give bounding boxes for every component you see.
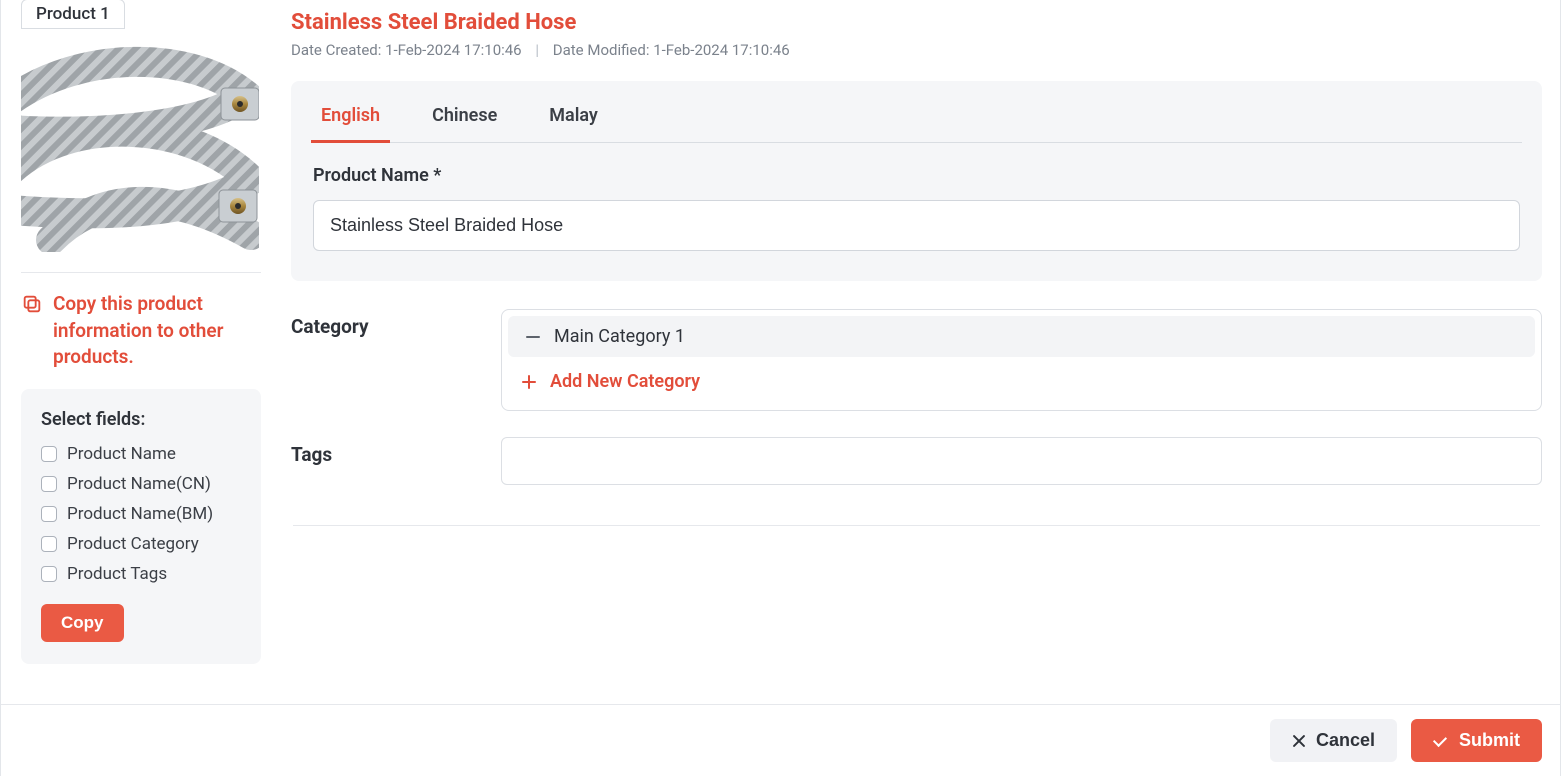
main-area: Stainless Steel Braided Hose Date Create…: [291, 0, 1542, 664]
select-fields-title: Select fields:: [41, 409, 241, 430]
collapse-icon[interactable]: [526, 336, 540, 338]
sidebar-product-tab[interactable]: Product 1: [21, 0, 125, 29]
checkbox-icon[interactable]: [41, 506, 57, 522]
tab-malay[interactable]: Malay: [539, 99, 608, 143]
product-image: [21, 40, 259, 252]
field-row-product-name-cn[interactable]: Product Name(CN): [41, 474, 241, 494]
category-box: Main Category 1 Add New Category: [501, 309, 1542, 411]
checkbox-icon[interactable]: [41, 476, 57, 492]
select-fields-panel: Select fields: Product Name Product Name…: [21, 389, 261, 664]
plus-icon: [522, 375, 536, 389]
field-label: Product Name: [67, 444, 176, 464]
copy-info-text: Copy this product information to other p…: [53, 291, 261, 371]
checkbox-icon[interactable]: [41, 536, 57, 552]
date-modified-label: Date Modified:: [553, 41, 650, 59]
product-name-label: Product Name *: [313, 165, 1520, 186]
product-title: Stainless Steel Braided Hose: [291, 10, 1542, 35]
language-tabs: English Chinese Malay: [311, 81, 1522, 143]
submit-button[interactable]: Submit: [1411, 719, 1542, 762]
sidebar-divider: [21, 272, 261, 273]
field-row-product-name[interactable]: Product Name: [41, 444, 241, 464]
category-label: Category: [291, 309, 481, 411]
field-row-product-tags[interactable]: Product Tags: [41, 564, 241, 584]
field-label: Product Category: [67, 534, 199, 554]
field-label: Product Name(CN): [67, 474, 211, 494]
check-icon: [1433, 733, 1449, 749]
copy-info-heading: Copy this product information to other p…: [21, 291, 261, 371]
close-icon: [1292, 734, 1306, 748]
sidebar: Product 1: [21, 0, 261, 664]
cancel-label: Cancel: [1316, 730, 1375, 751]
tags-section: Tags: [291, 437, 1542, 485]
submit-label: Submit: [1459, 730, 1520, 751]
tags-input[interactable]: [501, 437, 1542, 485]
category-section: Category Main Category 1 Add New Categor…: [291, 309, 1542, 411]
product-name-group: Product Name *: [311, 165, 1522, 251]
checkbox-icon[interactable]: [41, 446, 57, 462]
field-label: Product Tags: [67, 564, 167, 584]
date-created-label: Date Created:: [291, 41, 381, 59]
copy-icon: [21, 291, 43, 323]
meta-separator: |: [525, 41, 549, 59]
copy-button[interactable]: Copy: [41, 604, 124, 642]
category-row[interactable]: Main Category 1: [508, 316, 1535, 357]
date-modified-value: 1-Feb-2024 17:10:46: [653, 41, 790, 59]
language-panel: English Chinese Malay Product Name *: [291, 81, 1542, 281]
field-label: Product Name(BM): [67, 504, 213, 524]
cancel-button[interactable]: Cancel: [1270, 719, 1397, 762]
category-item-label: Main Category 1: [554, 326, 685, 347]
add-category-button[interactable]: Add New Category: [502, 365, 1541, 396]
date-created-value: 1-Feb-2024 17:10:46: [385, 41, 522, 59]
footer-bar: Cancel Submit: [1, 704, 1560, 776]
tab-english[interactable]: English: [311, 99, 390, 143]
product-name-input[interactable]: [313, 200, 1520, 251]
main-bottom-divider: [293, 525, 1540, 526]
meta-row: Date Created: 1-Feb-2024 17:10:46 | Date…: [291, 41, 1542, 59]
add-category-label: Add New Category: [550, 371, 700, 392]
field-row-product-category[interactable]: Product Category: [41, 534, 241, 554]
tab-chinese[interactable]: Chinese: [422, 99, 507, 143]
checkbox-icon[interactable]: [41, 566, 57, 582]
tags-label: Tags: [291, 437, 481, 485]
field-row-product-name-bm[interactable]: Product Name(BM): [41, 504, 241, 524]
